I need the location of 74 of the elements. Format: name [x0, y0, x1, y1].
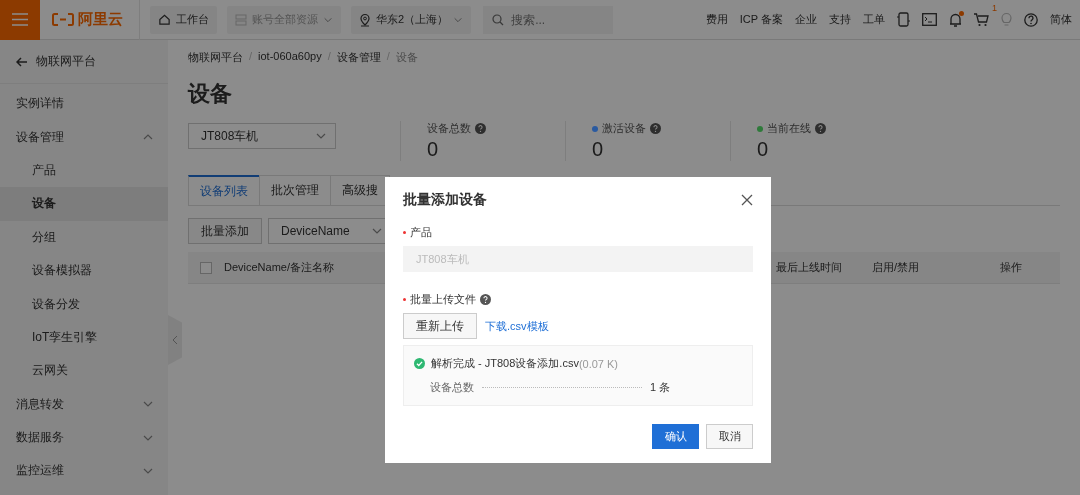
sidebar-item[interactable]: 设备分发 [0, 287, 168, 321]
language-link[interactable]: 简体 [1050, 12, 1072, 27]
workbench-button[interactable]: 工作台 [150, 5, 217, 34]
help-icon[interactable] [480, 294, 491, 305]
back-link[interactable]: 物联网平台 [0, 40, 168, 84]
bell-icon[interactable] [949, 12, 962, 27]
sidebar-item[interactable]: 设备模拟器 [0, 253, 168, 288]
breadcrumb-link[interactable]: iot-060a60py [258, 50, 322, 65]
column-header: 启用/禁用 [872, 260, 921, 275]
top-link[interactable]: 企业 [795, 12, 817, 27]
dialog-title: 批量添加设备 [403, 191, 487, 209]
cart-count-label: 1 [992, 2, 997, 13]
column-header: 操作 [1000, 260, 1023, 275]
sidebar-item[interactable]: 实例详情 [0, 87, 168, 121]
success-check-icon [414, 358, 425, 369]
sidebar-item[interactable]: 监控运维 [0, 454, 168, 488]
menu-icon [12, 13, 28, 26]
field-label: 批量上传文件 [410, 292, 476, 307]
chevron-left-icon [172, 335, 178, 345]
help-icon[interactable] [475, 123, 486, 134]
cart-icon[interactable] [974, 12, 989, 27]
cancel-button[interactable]: 取消 [706, 424, 753, 449]
column-header: 最后上线时间 [776, 260, 843, 275]
help-icon[interactable] [650, 123, 661, 134]
batch-add-button[interactable]: 批量添加 [188, 218, 262, 244]
select-all-checkbox[interactable] [200, 261, 212, 274]
breadcrumb-separator: / [249, 50, 253, 64]
reupload-button[interactable]: 重新上传 [403, 313, 477, 339]
count-value: 1 条 [650, 380, 671, 395]
region-selector[interactable]: 华东2（上海） [351, 5, 472, 34]
confirm-button[interactable]: 确认 [652, 424, 699, 449]
location-pin-icon [359, 12, 371, 27]
home-icon [158, 13, 171, 26]
collapse-handle[interactable] [168, 315, 182, 365]
stat-label: 设备总数 [427, 121, 471, 136]
sidebar-item[interactable]: 消息转发 [0, 387, 168, 421]
help-icon[interactable] [1024, 12, 1038, 27]
sidebar-item[interactable]: 设备管理 [0, 120, 168, 154]
parse-status: 解析完成 - JT808设备添加.csv [431, 356, 579, 369]
terminal-icon[interactable] [922, 13, 937, 26]
phone-icon[interactable] [897, 12, 910, 27]
help-icon[interactable] [815, 123, 826, 134]
page-title: 设备 [188, 80, 233, 108]
breadcrumb-separator: / [327, 50, 331, 64]
sidebar-item[interactable]: 数据服务 [0, 420, 168, 455]
close-button[interactable] [741, 194, 753, 206]
stat-label: 当前在线 [767, 121, 811, 136]
stat-value: 0 [427, 138, 440, 161]
breadcrumb-link[interactable]: 设备 [395, 50, 418, 65]
search-icon [492, 13, 505, 26]
column-header: DeviceName/备注名称 [224, 260, 336, 275]
sidebar-item[interactable]: 云网关 [0, 354, 168, 388]
sidebar-item[interactable]: 设备 [0, 187, 168, 221]
file-size: (0.07 K) [578, 357, 619, 370]
breadcrumb-link[interactable]: 设备管理 [336, 50, 381, 65]
stat-label: 激活设备 [602, 121, 646, 136]
top-link[interactable]: 支持 [829, 12, 851, 27]
field-label: 产品 [410, 225, 432, 240]
close-icon [741, 194, 753, 206]
product-select[interactable]: JT808车机 [188, 123, 336, 149]
stat-value: 0 [592, 138, 605, 161]
back-arrow-icon [16, 56, 28, 67]
breadcrumb-link[interactable]: 物联网平台 [188, 50, 243, 65]
top-link[interactable]: 费用 [705, 12, 728, 27]
tab[interactable]: 设备列表 [188, 175, 260, 205]
top-link[interactable]: 工单 [863, 12, 885, 27]
count-label: 设备总数 [430, 380, 474, 395]
logo-icon [52, 13, 74, 26]
stat-value: 0 [757, 138, 770, 161]
sidebar-item[interactable]: IoT孪生引擎 [0, 320, 168, 355]
breadcrumb-separator: / [386, 50, 390, 64]
top-link[interactable]: ICP 备案 [739, 12, 783, 27]
search-field[interactable]: 搜索... [483, 5, 614, 34]
download-template-link[interactable]: 下载.csv模板 [485, 318, 549, 334]
